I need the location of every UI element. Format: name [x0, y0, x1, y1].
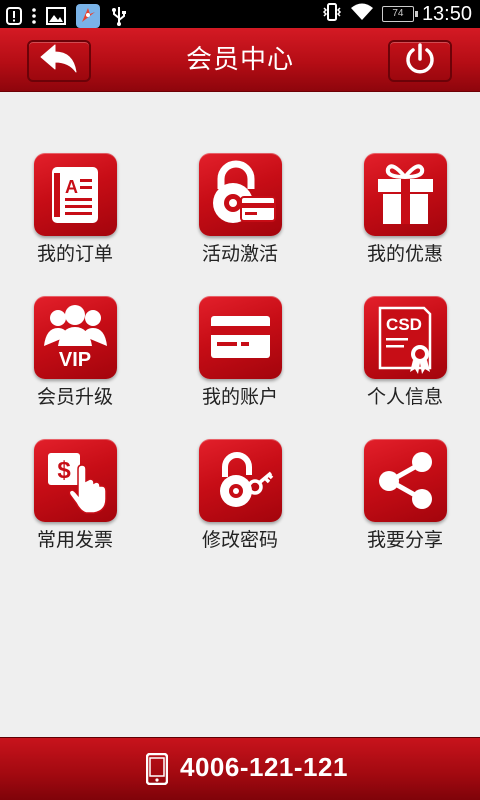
csd-text: CSD [386, 315, 422, 334]
certificate-icon: CSD [364, 296, 447, 379]
battery-icon: 74 [381, 6, 418, 22]
bank-card-icon [199, 296, 282, 379]
wifi-icon [350, 2, 374, 26]
menu-item-orders[interactable]: A 我的订单 [0, 153, 150, 283]
menu-item-invoices[interactable]: $ 常用发票 [0, 439, 150, 569]
menu-item-label: 个人信息 [366, 386, 443, 408]
app-header: 会员中心 [0, 28, 480, 92]
vip-icon: VIP [34, 296, 117, 379]
menu-item-profile[interactable]: CSD 个人信息 [330, 296, 480, 426]
notification-icon [6, 7, 22, 29]
power-button[interactable] [388, 40, 452, 82]
usb-icon [110, 6, 128, 30]
back-arrow-icon [39, 44, 79, 78]
menu-item-label: 我的优惠 [366, 243, 443, 265]
menu-item-activate[interactable]: 活动激活 [165, 153, 315, 283]
menu-item-share[interactable]: 我要分享 [330, 439, 480, 569]
lock-card-icon [199, 153, 282, 236]
back-button[interactable] [27, 40, 91, 82]
menu-item-label: 修改密码 [201, 529, 278, 551]
menu-item-label: 活动激活 [201, 243, 278, 265]
invoice-icon: $ [34, 439, 117, 522]
lock-key-icon [199, 439, 282, 522]
menu-item-label: 我的订单 [36, 243, 113, 265]
order-book-icon: A [34, 153, 117, 236]
svg-text:A: A [65, 177, 78, 197]
footer-hotline[interactable]: 4006-121-121 [0, 737, 480, 800]
menu-item-label: 常用发票 [36, 529, 113, 551]
menu-item-label: 会员升级 [36, 386, 113, 408]
more-icon [32, 7, 36, 29]
power-icon [403, 42, 437, 80]
status-bar: 74 13:50 [0, 0, 480, 28]
phone-icon [145, 752, 169, 789]
menu-item-discounts[interactable]: 我的优惠 [330, 153, 480, 283]
image-icon [46, 7, 66, 29]
clock: 13:50 [421, 2, 472, 25]
vip-text: VIP [59, 349, 91, 371]
menu-item-label: 我的账户 [201, 386, 278, 408]
dollar-text: $ [57, 457, 71, 484]
share-icon [364, 439, 447, 522]
menu-item-upgrade[interactable]: VIP 会员升级 [0, 296, 150, 426]
gift-icon [364, 153, 447, 236]
menu-item-account[interactable]: 我的账户 [165, 296, 315, 426]
vibrate-icon [322, 2, 342, 26]
hotline-number[interactable]: 4006-121-121 [180, 752, 348, 783]
menu-item-label: 我要分享 [366, 529, 443, 551]
menu-item-change-password[interactable]: 修改密码 [165, 439, 315, 569]
